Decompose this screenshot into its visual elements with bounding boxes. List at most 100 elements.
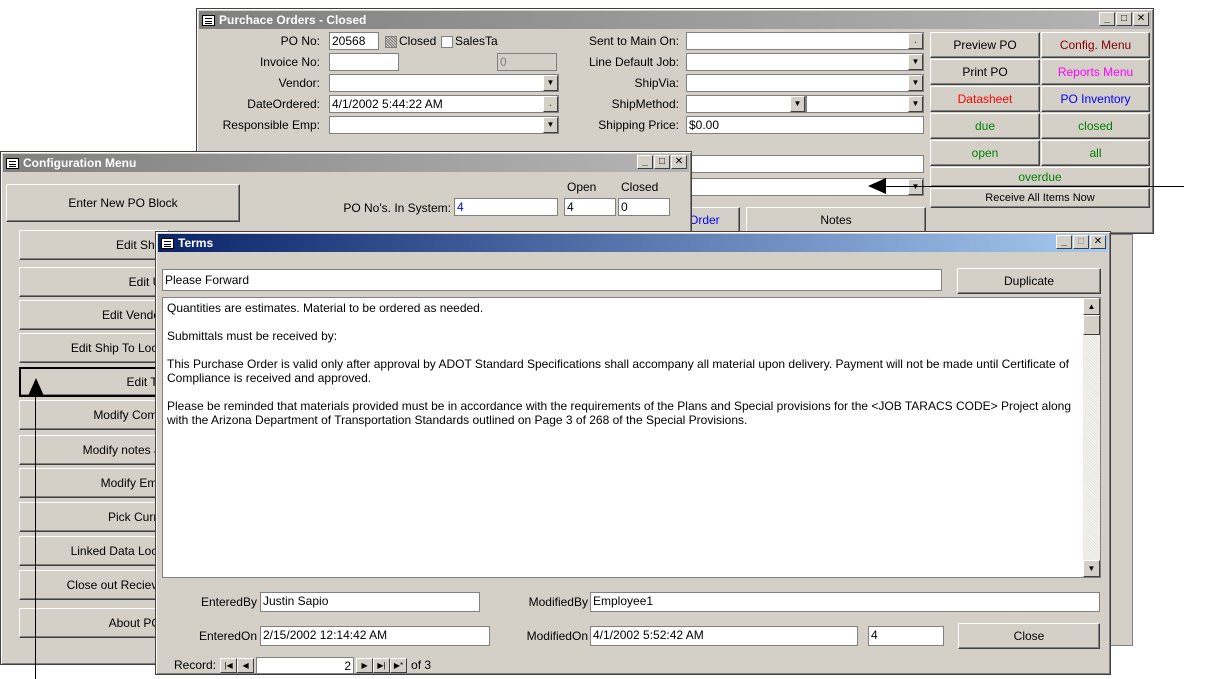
dropdown-arrow-icon[interactable]: ▼ — [908, 179, 923, 195]
first-record-icon[interactable]: |◀ — [220, 657, 238, 673]
ship-via-field[interactable]: ▼ — [686, 74, 924, 92]
modified-on-field[interactable]: 4/1/2002 5:52:42 AM — [590, 626, 858, 646]
closed-button[interactable]: closed — [1041, 113, 1150, 139]
config-button-1[interactable]: Edit Ship — [19, 230, 169, 260]
all-button[interactable]: all — [1041, 140, 1150, 166]
order-tab[interactable]: Order — [686, 207, 740, 233]
config-button-7[interactable]: Modify notes at — [19, 435, 169, 465]
reports-menu-button[interactable]: Reports Menu — [1041, 59, 1150, 85]
dropdown-arrow-icon[interactable]: ▼ — [908, 75, 923, 91]
closed-checkbox[interactable] — [385, 35, 397, 48]
close-icon[interactable]: ✕ — [1090, 235, 1106, 249]
maximize-icon[interactable]: □ — [1073, 235, 1089, 249]
shipping-price-field[interactable]: $0.00 — [686, 116, 924, 134]
receive-all-button[interactable]: Receive All Items Now — [930, 188, 1150, 208]
preview-po-button[interactable]: Preview PO — [930, 32, 1040, 58]
dropdown-arrow-icon[interactable]: ▼ — [908, 96, 923, 112]
preview-po-label: Preview PO — [953, 38, 1017, 52]
close-icon[interactable]: ✕ — [1133, 12, 1149, 26]
overdue-button[interactable]: overdue — [930, 167, 1150, 187]
po-extra-field-1[interactable] — [686, 155, 924, 173]
scroll-up-icon[interactable]: ▲ — [1083, 298, 1100, 315]
scrollbar-thumb[interactable] — [1083, 315, 1100, 335]
po-no-in-system-field[interactable]: 4 — [454, 198, 558, 216]
po-inventory-button[interactable]: PO Inventory — [1041, 86, 1150, 112]
closed-count-field[interactable]: 0 — [618, 198, 670, 216]
config-button-9[interactable]: Pick Curre — [19, 502, 169, 532]
modified-by-field[interactable]: Employee1 — [590, 592, 1100, 612]
date-ordered-label: DateOrdered: — [247, 97, 320, 111]
minimize-icon[interactable]: _ — [1056, 235, 1072, 249]
minimize-icon[interactable]: _ — [637, 155, 653, 169]
invoice-no-field[interactable] — [329, 53, 399, 71]
sales-tax-field[interactable]: 0 — [497, 53, 557, 71]
ship-method-extra-field[interactable]: ▼ — [806, 95, 924, 113]
open-count-field[interactable]: 4 — [564, 198, 616, 216]
dropdown-arrow-icon[interactable]: ▼ — [543, 117, 558, 133]
maximize-icon[interactable]: □ — [654, 155, 670, 169]
open-count-label: Open — [567, 180, 597, 194]
sent-to-main-label: Sent to Main On: — [588, 34, 679, 48]
entered-on-field[interactable]: 2/15/2002 12:14:42 AM — [260, 626, 490, 646]
terms-titlebar[interactable]: Terms _ □ ✕ — [158, 234, 1108, 252]
next-record-icon[interactable]: ▶ — [356, 657, 374, 673]
record-navigator: Record: |◀ ◀ 2 ▶ ▶| ▶* of 3 — [174, 656, 431, 674]
config-button-4[interactable]: Edit Ship To Loca — [19, 333, 169, 363]
term-name-field[interactable]: Please Forward — [162, 269, 942, 291]
config-button-10[interactable]: Linked Data Loca — [19, 536, 169, 566]
responsible-emp-field[interactable]: ▼ — [329, 116, 559, 134]
dropdown-arrow-icon[interactable]: ▼ — [908, 54, 923, 70]
dropdown-arrow-icon[interactable]: ▼ — [790, 96, 805, 112]
responsible-emp-label: Responsible Emp: — [222, 118, 320, 132]
minimize-icon[interactable]: _ — [1099, 12, 1115, 26]
line-default-job-field[interactable]: ▼ — [686, 53, 924, 71]
close-icon[interactable]: ✕ — [671, 155, 687, 169]
config-button-12[interactable]: About PO: — [19, 608, 169, 638]
terms-body-text[interactable]: Quantities are estimates. Material to be… — [162, 297, 1101, 578]
dropdown-arrow-icon[interactable]: ▼ — [543, 75, 558, 91]
po-no-field[interactable]: 20568 — [329, 32, 379, 50]
vendor-field[interactable]: ▼ — [329, 74, 559, 92]
ship-method-field[interactable]: ▼ — [686, 95, 806, 113]
term-id-field[interactable]: 4 — [868, 626, 944, 646]
prev-record-icon[interactable]: ◀ — [237, 657, 255, 673]
config-button-3[interactable]: Edit Vendor — [19, 300, 169, 330]
config-button-0[interactable]: Enter New PO Block — [6, 184, 240, 222]
dropdown-arrow-icon[interactable]: . — [908, 33, 923, 49]
config-button-11[interactable]: Close out Recieve — [19, 570, 169, 600]
sent-to-main-field[interactable]: . — [686, 32, 924, 50]
terms-window-title: Terms — [178, 236, 214, 250]
open-button[interactable]: open — [930, 140, 1040, 166]
order-tab-label: Order — [689, 213, 720, 227]
notes-tab[interactable]: Notes — [746, 207, 926, 233]
config-titlebar[interactable]: Configuration Menu _ □ ✕ — [3, 154, 689, 172]
maximize-icon[interactable]: □ — [1116, 12, 1132, 26]
datasheet-button[interactable]: Datasheet — [930, 86, 1040, 112]
duplicate-button[interactable]: Duplicate — [957, 268, 1101, 294]
terms-scrollbar[interactable]: ▲ ▼ — [1083, 298, 1100, 577]
config-button-6b[interactable]: Modify Comp — [19, 400, 169, 430]
closed-checkbox-label[interactable]: Closed — [385, 34, 436, 48]
date-ordered-field[interactable]: 4/1/2002 5:44:22 AM. — [329, 95, 559, 113]
current-record-field[interactable]: 2 — [256, 656, 355, 674]
config-menu-button[interactable]: Config. Menu — [1041, 32, 1150, 58]
annotation-arrow-icon — [868, 178, 886, 194]
sales-tax-text: SalesTa — [455, 34, 498, 48]
po-extra-field-2[interactable]: ▼ — [686, 178, 924, 196]
due-button[interactable]: due — [930, 113, 1040, 139]
sales-tax-checkbox[interactable] — [441, 35, 453, 48]
scroll-down-icon[interactable]: ▼ — [1083, 560, 1100, 577]
print-po-button[interactable]: Print PO — [930, 59, 1040, 85]
annotation-arrow-horizontal — [884, 186, 1184, 187]
form-icon — [6, 157, 19, 169]
new-record-icon[interactable]: ▶* — [390, 657, 408, 673]
form-icon — [161, 237, 174, 249]
po-titlebar[interactable]: Purchace Orders - Closed _ □ ✕ — [199, 11, 1151, 29]
entered-by-field[interactable]: Justin Sapio — [260, 592, 480, 612]
config-button-2[interactable]: Edit Ui — [19, 267, 169, 297]
config-button-8[interactable]: Modify Emp — [19, 468, 169, 498]
dropdown-arrow-icon[interactable]: . — [543, 96, 558, 112]
close-button[interactable]: Close — [958, 623, 1100, 649]
last-record-icon[interactable]: ▶| — [373, 657, 391, 673]
sales-tax-checkbox-label[interactable]: SalesTa — [441, 34, 511, 48]
